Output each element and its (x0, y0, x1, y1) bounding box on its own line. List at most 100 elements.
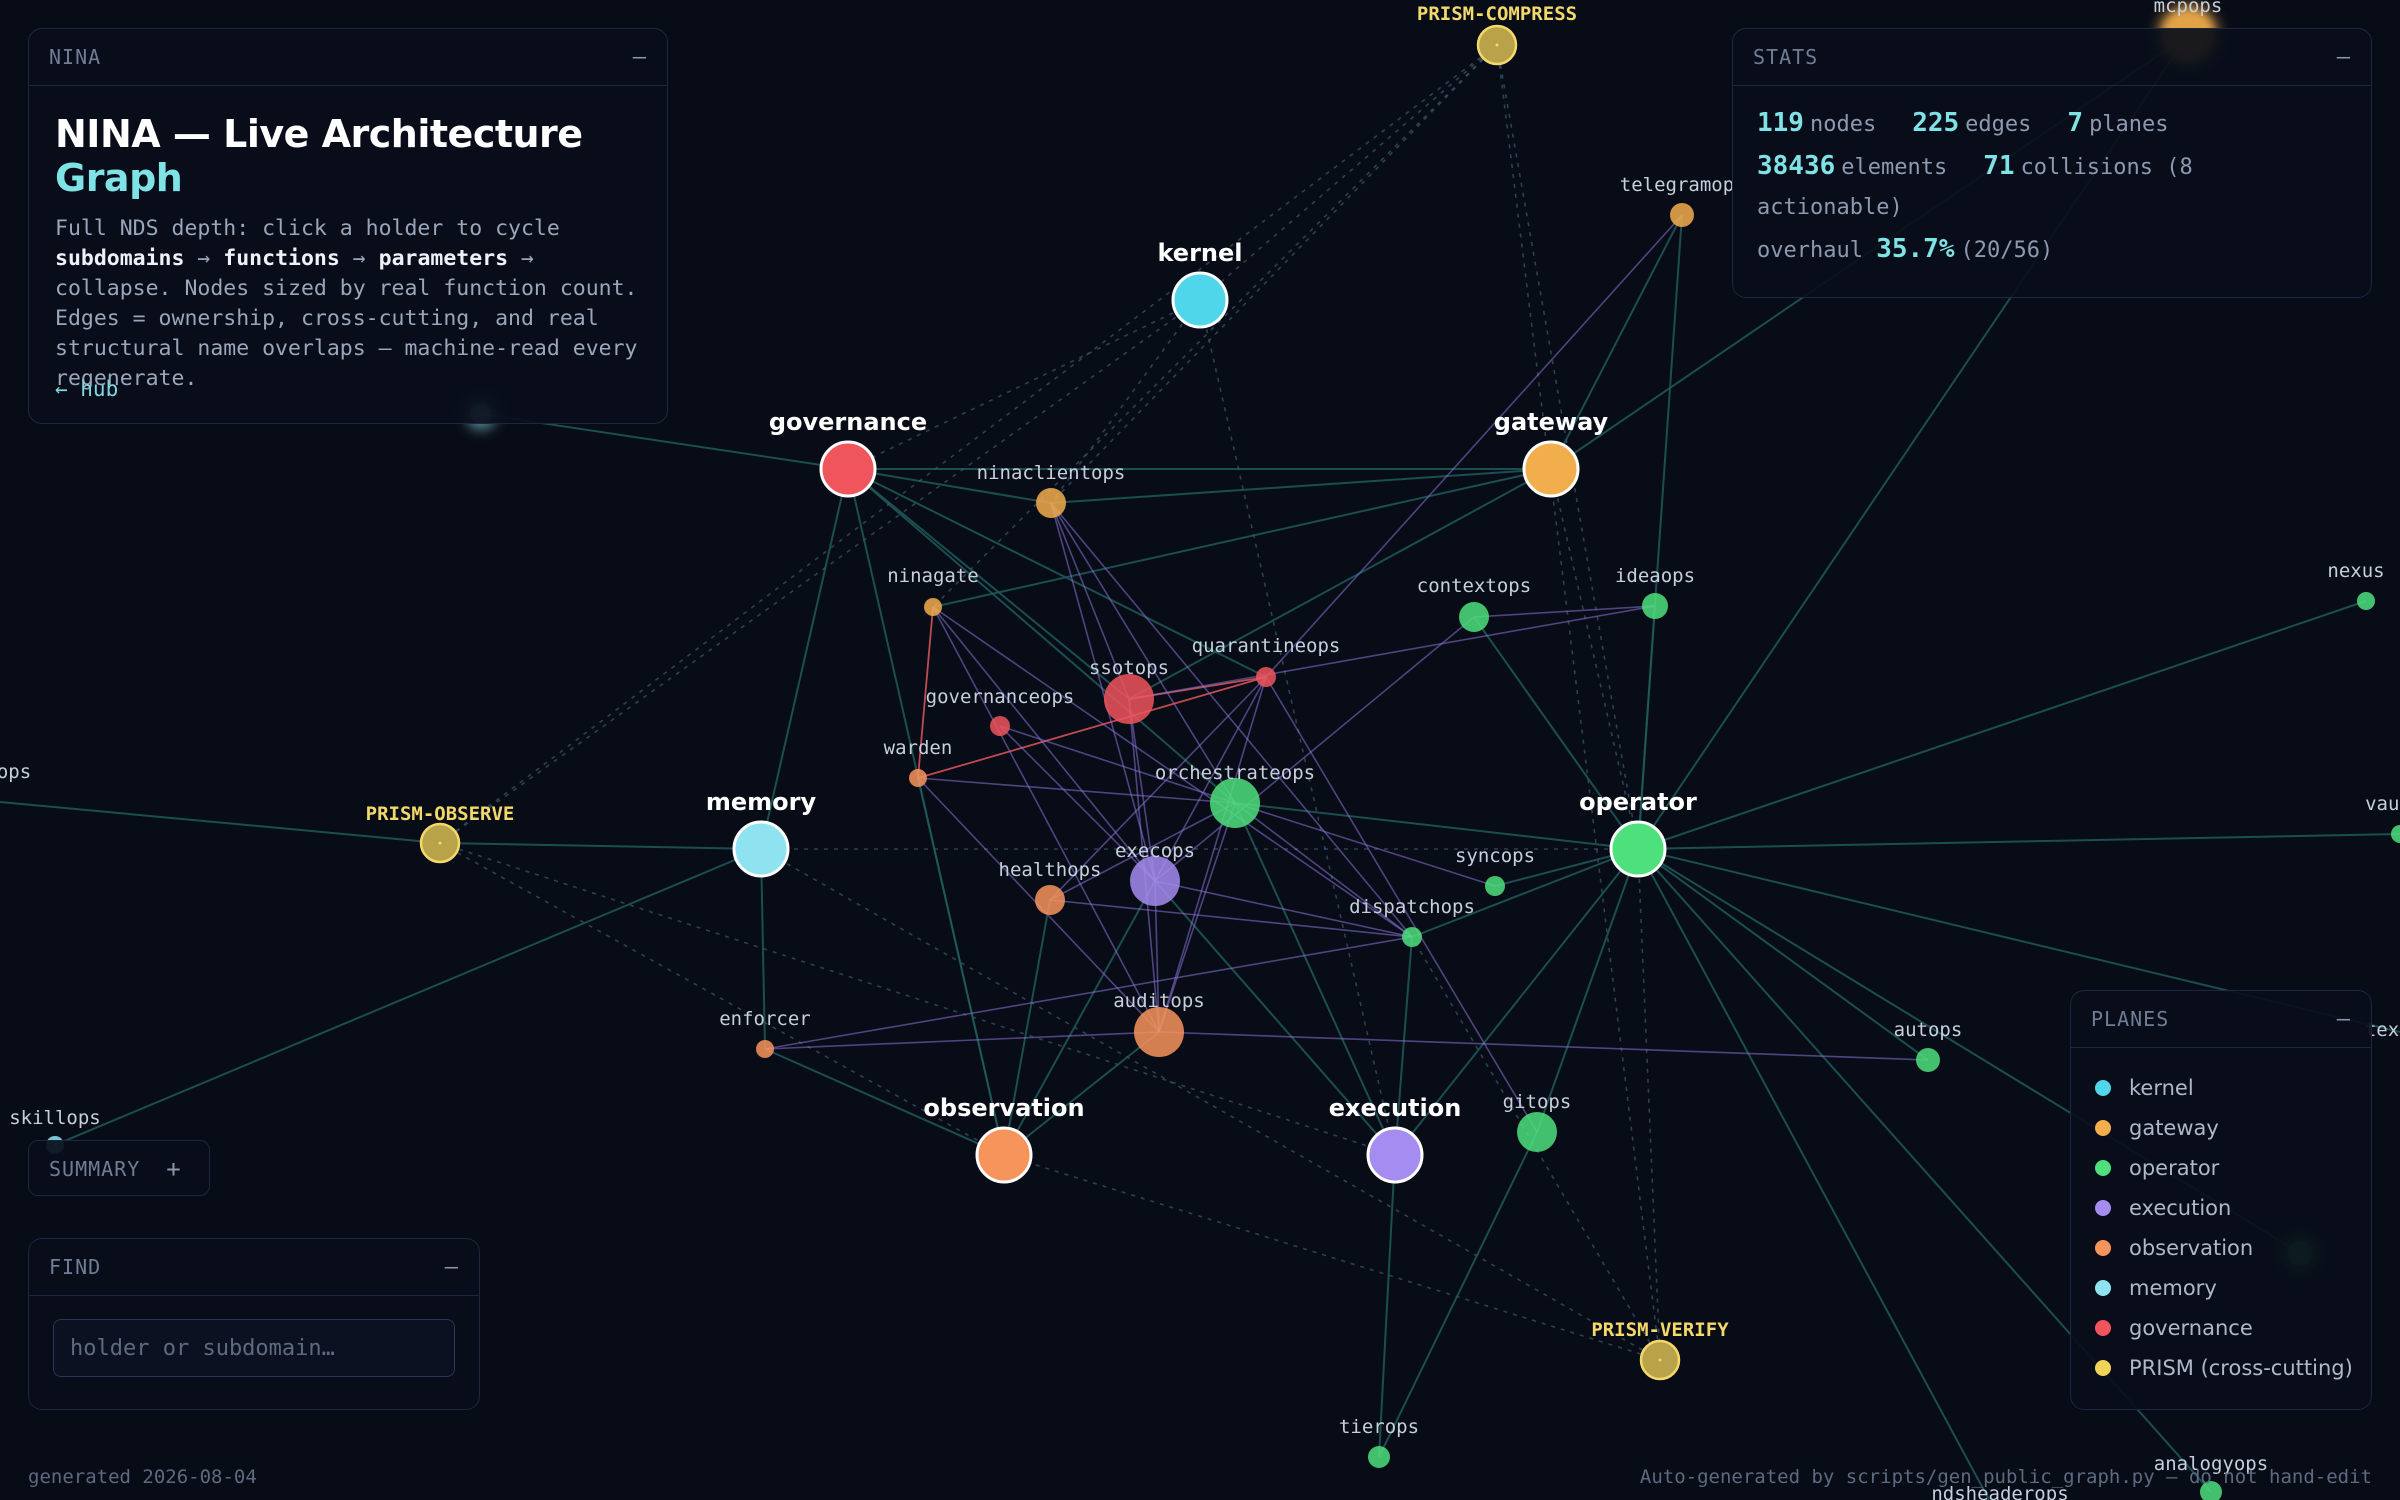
node-circle[interactable] (819, 440, 877, 498)
node-circle[interactable] (1210, 778, 1260, 828)
node-circle[interactable] (990, 716, 1010, 736)
graph-node-syncops[interactable]: syncops (1455, 845, 1535, 896)
graph-node-nexus[interactable]: nexus (2327, 560, 2385, 610)
node-circle[interactable] (1485, 876, 1505, 896)
legend-label: gateway (2129, 1116, 2219, 1140)
graph-node-governanceops[interactable]: governanceops (926, 686, 1075, 736)
graph-node-quarantineops[interactable]: quarantineops (1192, 635, 1341, 687)
edges-count: 225 (1912, 108, 1960, 138)
graph-node-observation[interactable]: observation (923, 1094, 1085, 1184)
graph-edge (764, 1031, 1160, 1050)
graph-edge (439, 842, 1396, 1156)
expand-summary-button[interactable]: + (166, 1155, 181, 1183)
node-circle[interactable] (1130, 856, 1180, 906)
legend-item[interactable]: observation (2071, 1228, 2371, 1268)
node-label: observation (923, 1094, 1084, 1122)
graph-edge (1637, 848, 1929, 1061)
legend-item[interactable]: operator (2071, 1148, 2371, 1188)
node-label: memory (706, 788, 817, 816)
node-circle[interactable] (1522, 440, 1580, 498)
hub-link[interactable]: ← hub (55, 377, 118, 401)
node-circle[interactable] (1104, 674, 1154, 724)
graph-node-healthops[interactable]: healthops (999, 859, 1102, 915)
info-panel: NINA – NINA — Live Architecture Graph Fu… (28, 28, 668, 424)
graph-edge (1637, 600, 2367, 850)
legend-label: observation (2129, 1236, 2254, 1260)
node-circle[interactable] (2391, 825, 2400, 843)
node-label: telegramop (1620, 174, 1734, 196)
find-panel-header: FIND – (29, 1239, 479, 1296)
node-label: dispatchops (1349, 896, 1475, 918)
autogen-notice: Auto-generated by scripts/gen_public_gra… (1639, 1466, 2372, 1488)
legend-item[interactable]: execution (2071, 1188, 2371, 1228)
minimize-info-button[interactable]: – (633, 45, 647, 70)
node-label: nexus (2327, 560, 2384, 582)
graph-node-execution[interactable]: execution (1329, 1094, 1462, 1184)
legend-item[interactable]: kernel (2071, 1068, 2371, 1108)
node-circle[interactable] (1036, 488, 1066, 518)
graph-node-contextops[interactable]: contextops (1417, 575, 1531, 632)
graph-node-prism-observe[interactable]: PRISM-OBSERVE (366, 803, 515, 864)
node-circle[interactable] (1670, 203, 1694, 227)
graph-node-prism-verify[interactable]: PRISM-VERIFY (1591, 1319, 1729, 1381)
graph-node-telegramops[interactable]: telegramop (1620, 174, 1734, 227)
graph-node-prism-compress[interactable]: PRISM-COMPRESS (1417, 3, 1577, 66)
node-circle[interactable] (1171, 271, 1229, 329)
node-label: enforcer (719, 1008, 811, 1030)
legend-item[interactable]: PRISM (cross-cutting) (2071, 1348, 2371, 1388)
node-circle[interactable] (1035, 885, 1065, 915)
legend-item[interactable]: memory (2071, 1268, 2371, 1308)
node-circle[interactable] (2357, 592, 2375, 610)
node-label: autops (1894, 1019, 1963, 1041)
node-circle[interactable] (732, 820, 790, 878)
node-circle[interactable] (1459, 602, 1489, 632)
node-circle[interactable] (924, 598, 942, 616)
legend-color-dot-icon (2095, 1200, 2111, 1216)
graph-edge (1003, 1154, 1661, 1361)
minimize-find-button[interactable]: – (445, 1255, 459, 1280)
node-circle[interactable] (1368, 1446, 1390, 1468)
graph-node-ninaclientops[interactable]: ninaclientops (977, 462, 1126, 518)
graph-node-memory[interactable]: memory (706, 788, 817, 878)
minimize-stats-button[interactable]: – (2337, 45, 2351, 70)
nodes-label: nodes (1809, 112, 1877, 137)
node-label: ninaclientops (977, 462, 1126, 484)
graph-node-gateway[interactable]: gateway (1494, 408, 1609, 498)
graph-node-autops[interactable]: autops (1894, 1019, 1963, 1072)
node-label: PRISM-COMPRESS (1417, 3, 1577, 25)
node-circle[interactable] (975, 1126, 1033, 1184)
node-circle[interactable] (1642, 593, 1668, 619)
node-circle[interactable] (1256, 667, 1276, 687)
graph-node-auditops[interactable]: auditops (1113, 990, 1205, 1057)
graph-node-ops-left[interactable]: ops (0, 761, 31, 783)
graph-node-gitops[interactable]: gitops (1503, 1091, 1572, 1152)
node-circle[interactable] (1609, 820, 1667, 878)
summary-panel[interactable]: SUMMARY + (28, 1140, 210, 1196)
graph-edge (932, 44, 1498, 608)
minimize-planes-button[interactable]: – (2337, 1007, 2351, 1032)
desc-arrow: → (184, 246, 224, 271)
node-circle[interactable] (1517, 1112, 1557, 1152)
node-circle[interactable] (1366, 1126, 1424, 1184)
node-circle[interactable] (1402, 927, 1422, 947)
graph-node-orchestrateops[interactable]: orchestrateops (1155, 762, 1315, 828)
find-input[interactable] (53, 1319, 455, 1377)
node-label: execops (1115, 840, 1195, 862)
node-circle[interactable] (909, 769, 927, 787)
legend-list: kernel gateway operator execution observatio… (2071, 1068, 2371, 1388)
nodes-count: 119 (1757, 108, 1804, 138)
node-circle[interactable] (756, 1040, 774, 1058)
collisions-count: 71 (1983, 151, 2015, 181)
graph-node-operator[interactable]: operator (1579, 788, 1697, 878)
desc-line-2: collapse. Nodes sized by real function c… (55, 276, 638, 391)
graph-node-execops[interactable]: execops (1115, 840, 1195, 906)
graph-node-governance[interactable]: governance (769, 408, 927, 498)
graph-node-ninagate[interactable]: ninagate (887, 565, 979, 616)
legend-item[interactable]: gateway (2071, 1108, 2371, 1148)
legend-label: kernel (2129, 1076, 2194, 1100)
node-circle[interactable] (1134, 1007, 1184, 1057)
legend-item[interactable]: governance (2071, 1308, 2371, 1348)
node-circle[interactable] (1916, 1048, 1940, 1072)
graph-node-ssotops[interactable]: ssotops (1089, 657, 1169, 724)
graph-edge (54, 848, 762, 1146)
